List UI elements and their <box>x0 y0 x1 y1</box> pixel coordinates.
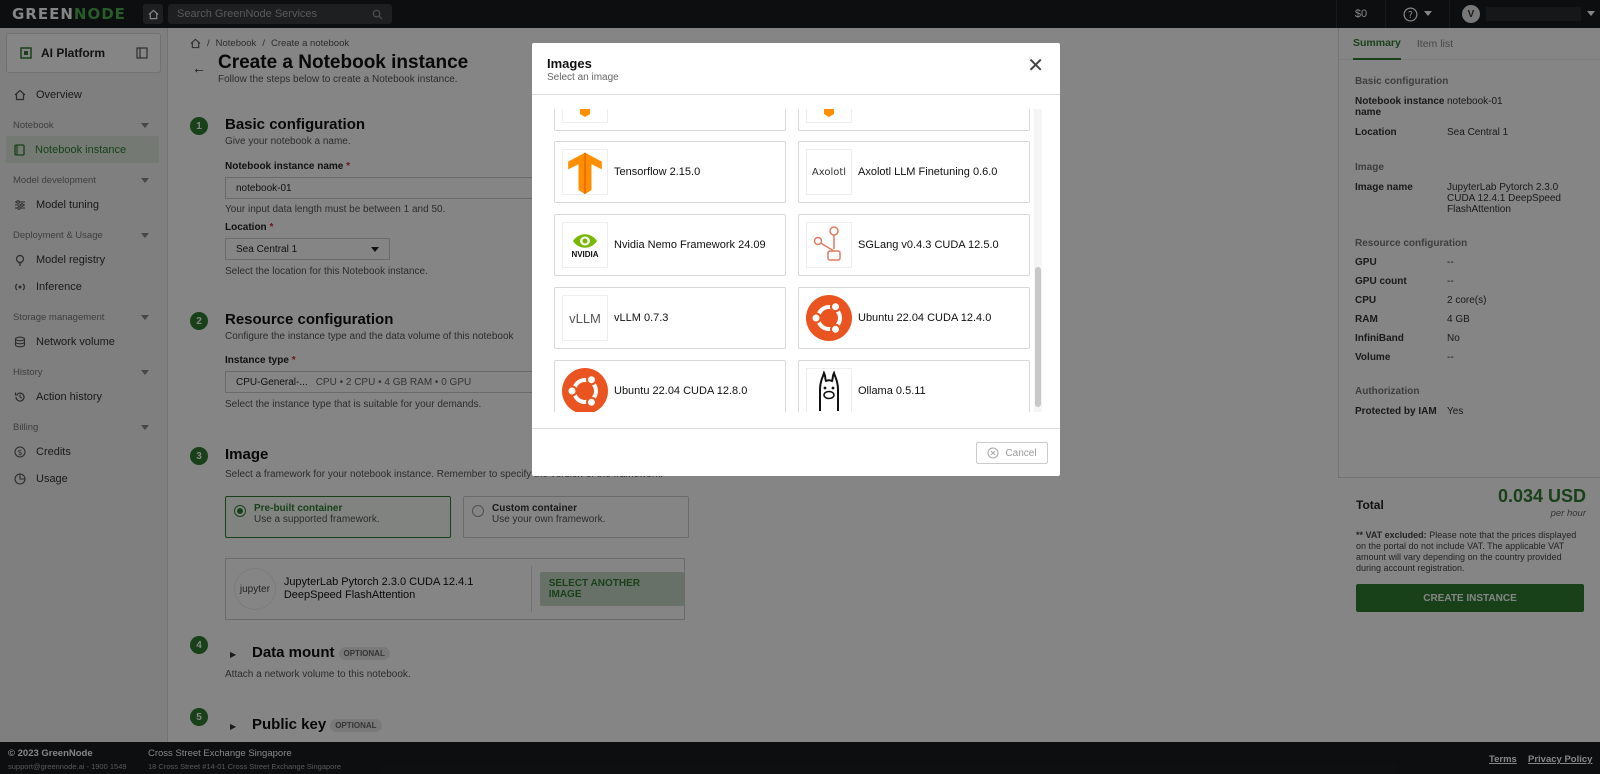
image-card-ollama[interactable]: Ollama 0.5.11 <box>798 360 1030 412</box>
modal-scrollbar[interactable] <box>1034 109 1042 412</box>
sglang-icon <box>806 222 852 268</box>
image-card-axolotl[interactable]: Axolotl Axolotl LLM Finetuning 0.6.0 <box>798 141 1030 203</box>
image-card-nvidia-nemo[interactable]: NVIDIA Nvidia Nemo Framework 24.09 <box>554 214 786 276</box>
axolotl-logo-text: Axolotl <box>811 166 847 178</box>
cancel-button[interactable]: Cancel <box>976 442 1048 464</box>
image-name: Ubuntu 22.04 CUDA 12.4.0 <box>858 312 992 324</box>
axolotl-icon: Axolotl <box>806 149 852 195</box>
image-card[interactable] <box>798 109 1030 131</box>
nvidia-icon: NVIDIA <box>562 222 608 268</box>
close-icon[interactable]: ✕ <box>1027 56 1044 76</box>
close-circle-icon <box>987 447 999 459</box>
image-card-sglang[interactable]: SGLang v0.4.3 CUDA 12.5.0 <box>798 214 1030 276</box>
ubuntu-icon <box>562 368 608 412</box>
image-card-ubuntu-1240[interactable]: Ubuntu 22.04 CUDA 12.4.0 <box>798 287 1030 349</box>
modal-title: Images <box>547 56 592 71</box>
image-name: Ubuntu 22.04 CUDA 12.8.0 <box>614 385 748 397</box>
image-name: SGLang v0.4.3 CUDA 12.5.0 <box>858 239 999 251</box>
image-name: Tensorflow 2.15.0 <box>614 166 701 178</box>
image-card[interactable] <box>554 109 786 131</box>
image-card-ubuntu-1280[interactable]: Ubuntu 22.04 CUDA 12.8.0 <box>554 360 786 412</box>
images-modal: Images Select an image ✕ Tensorflow 2.15… <box>532 43 1060 476</box>
modal-subtitle: Select an image <box>547 72 619 83</box>
tensorflow-icon <box>562 109 608 123</box>
ollama-icon <box>806 368 852 412</box>
ubuntu-icon <box>806 295 852 341</box>
scrollbar-thumb[interactable] <box>1035 267 1041 407</box>
divider <box>532 94 1060 95</box>
image-name: Nvidia Nemo Framework 24.09 <box>614 239 766 251</box>
divider <box>532 428 1060 429</box>
image-name: Axolotl LLM Finetuning 0.6.0 <box>858 166 998 178</box>
image-name: vLLM 0.7.3 <box>614 312 669 324</box>
tensorflow-icon <box>806 109 852 123</box>
vllm-icon: vLLM <box>562 295 608 341</box>
image-name: Ollama 0.5.11 <box>858 385 926 397</box>
tensorflow-icon <box>562 149 608 195</box>
nvidia-logo-text: NVIDIA <box>571 249 599 259</box>
image-card-tensorflow[interactable]: Tensorflow 2.15.0 <box>554 141 786 203</box>
vllm-logo-text: vLLM <box>569 310 601 326</box>
cancel-label: Cancel <box>1005 447 1037 459</box>
image-grid: Tensorflow 2.15.0 Axolotl Axolotl LLM Fi… <box>554 109 1032 412</box>
image-card-vllm[interactable]: vLLM vLLM 0.7.3 <box>554 287 786 349</box>
